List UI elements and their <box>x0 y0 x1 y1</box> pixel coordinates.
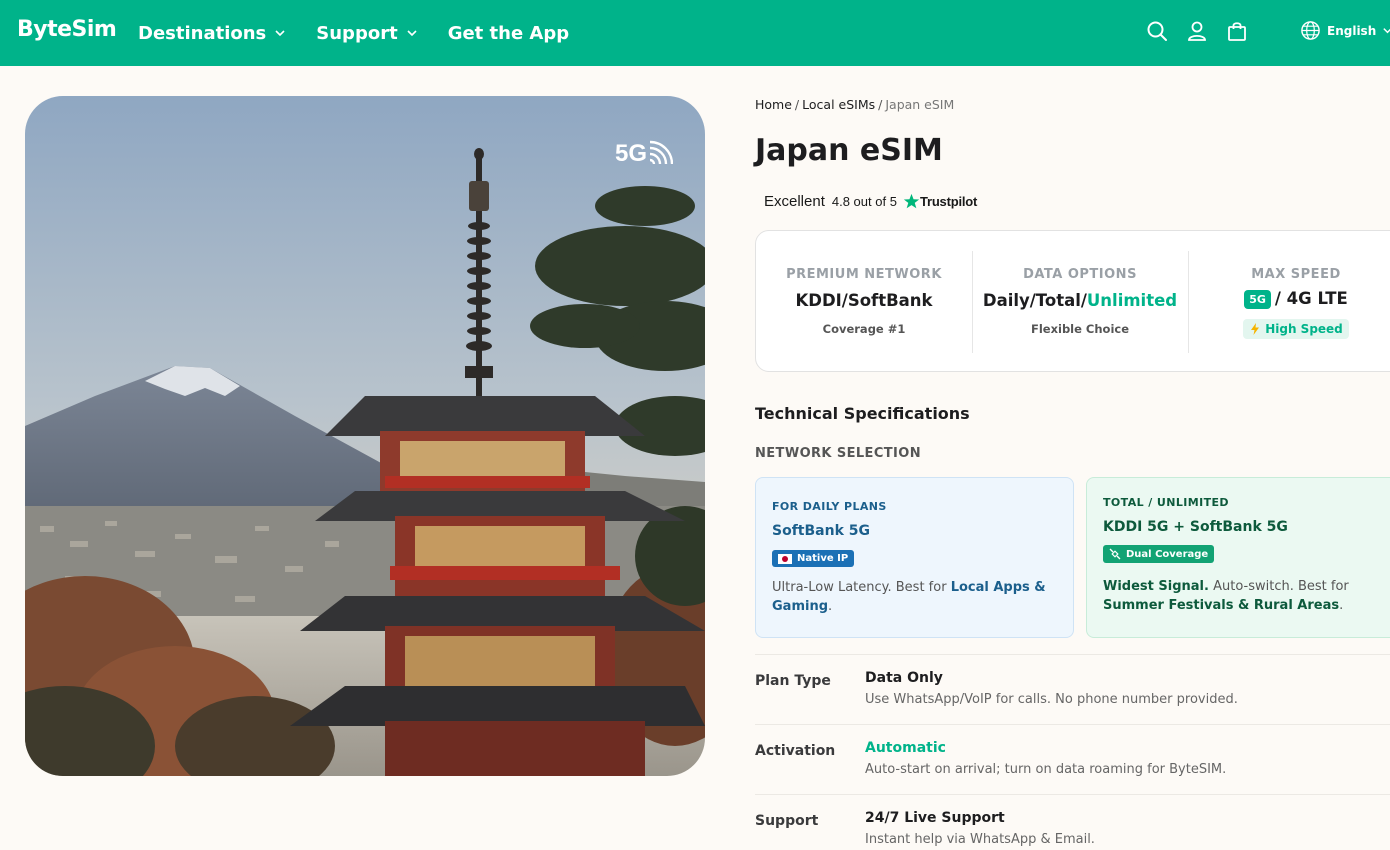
high-speed-label: High Speed <box>1265 322 1343 336</box>
breadcrumb-local-esims[interactable]: Local eSIMs <box>802 97 875 112</box>
card-kicker: TOTAL / UNLIMITED <box>1103 496 1229 509</box>
trustpilot-brand: Trustpilot <box>919 194 978 209</box>
stat-value: 5G/ 4G LTE <box>1188 289 1390 309</box>
5g-badge-text: 5G <box>615 140 648 167</box>
nav-support[interactable]: Support <box>316 23 417 44</box>
header-icons <box>1144 18 1250 44</box>
stat-data-options: DATA OPTIONS Daily/Total/Unlimited Flexi… <box>972 231 1188 373</box>
card-desc-bold: Summer Festivals & Rural Areas <box>1103 598 1340 613</box>
nav-support-label: Support <box>316 22 398 44</box>
card-desc-text: Auto-switch. Best for <box>1208 579 1349 594</box>
breadcrumb-home[interactable]: Home <box>755 97 792 112</box>
trustpilot-score: 4.8 out of 5 <box>831 194 897 209</box>
chevron-down-icon <box>407 30 417 37</box>
spec-value-plan-type: Data Only <box>865 670 943 686</box>
lightning-icon <box>1251 323 1260 335</box>
stat-value-highlight: Unlimited <box>1086 291 1178 310</box>
japan-flag-icon <box>778 553 792 564</box>
language-selector[interactable]: English <box>1300 20 1390 41</box>
cart-icon[interactable] <box>1224 18 1250 44</box>
card-kicker: FOR DAILY PLANS <box>772 500 887 513</box>
stat-sub: Flexible Choice <box>1030 322 1130 336</box>
nav-destinations[interactable]: Destinations <box>138 23 286 44</box>
tech-specs-heading: Technical Specifications <box>755 404 970 423</box>
dual-coverage-badge: Dual Coverage <box>1103 545 1215 563</box>
stat-label: PREMIUM NETWORK <box>786 267 942 282</box>
5g-badge: 5G <box>615 140 674 167</box>
stat-premium-network: PREMIUM NETWORK KDDI/SoftBank Coverage #… <box>756 231 972 373</box>
native-ip-badge: Native IP <box>772 550 855 567</box>
satellite-icon <box>1109 548 1121 560</box>
language-label: English <box>1327 23 1377 38</box>
stat-value: Daily/Total/Unlimited <box>972 291 1188 310</box>
5g-tag: 5G <box>1244 290 1271 309</box>
page-title: Japan eSIM <box>755 133 943 168</box>
logo[interactable]: ByteSim <box>17 17 117 42</box>
card-description: Widest Signal. Auto-switch. Best for Sum… <box>1103 577 1383 615</box>
site-header: ByteSim Destinations Support Get the App… <box>0 0 1390 66</box>
card-desc-bold: Widest Signal. <box>1103 579 1209 594</box>
stat-sub: Coverage #1 <box>822 322 906 336</box>
card-desc-suffix: . <box>1339 598 1344 613</box>
spec-value-activation: Automatic <box>865 740 946 756</box>
stat-value-prefix: Daily/Total/ <box>982 291 1087 310</box>
search-icon[interactable] <box>1144 18 1170 44</box>
stat-max-speed: MAX SPEED 5G/ 4G LTE High Speed <box>1188 231 1390 373</box>
stat-value-rest: / 4G LTE <box>1274 289 1348 308</box>
globe-icon <box>1301 21 1320 40</box>
stat-label: MAX SPEED <box>1251 267 1341 282</box>
spec-key-support: Support <box>755 813 819 829</box>
nav-get-the-app[interactable]: Get the App <box>448 23 569 44</box>
highlights-card: PREMIUM NETWORK KDDI/SoftBank Coverage #… <box>755 230 1390 372</box>
card-desc-suffix: . <box>828 599 833 614</box>
japan-pagoda-scene <box>25 96 705 776</box>
breadcrumb-separator: / <box>794 97 800 112</box>
spec-sub-support: Instant help via WhatsApp & Email. <box>865 832 1095 847</box>
network-selection-heading: NETWORK SELECTION <box>755 446 922 461</box>
trustpilot-rating-word: Excellent <box>764 193 825 210</box>
chevron-down-icon <box>1383 28 1390 34</box>
account-icon[interactable] <box>1184 18 1210 44</box>
stat-label: DATA OPTIONS <box>1023 267 1137 282</box>
spec-value-support: 24/7 Live Support <box>865 810 1005 826</box>
card-desc-text: Ultra-Low Latency. Best for <box>772 580 951 595</box>
product-hero-image: 5G <box>25 96 705 776</box>
trustpilot-widget[interactable]: Excellent 4.8 out of 5 Trustpilot <box>764 193 977 210</box>
dual-coverage-label: Dual Coverage <box>1126 548 1209 560</box>
chevron-down-icon <box>275 30 285 37</box>
spec-key-activation: Activation <box>755 743 836 759</box>
card-network-name: KDDI 5G + SoftBank 5G <box>1103 519 1288 535</box>
nav-destinations-label: Destinations <box>138 22 267 44</box>
nav-get-the-app-label: Get the App <box>447 22 570 44</box>
main-nav: Destinations Support Get the App <box>138 0 569 66</box>
network-card-total-unlimited[interactable]: TOTAL / UNLIMITED KDDI 5G + SoftBank 5G … <box>1086 477 1390 638</box>
card-description: Ultra-Low Latency. Best for Local Apps &… <box>772 578 1052 616</box>
divider <box>755 724 1390 725</box>
spec-key-plan-type: Plan Type <box>755 673 831 689</box>
stat-value: KDDI/SoftBank <box>795 291 933 310</box>
breadcrumb: Home / Local eSIMs / Japan eSIM <box>755 97 954 112</box>
network-card-daily[interactable]: FOR DAILY PLANS SoftBank 5G Native IP Ul… <box>755 477 1074 638</box>
breadcrumb-current: Japan eSIM <box>885 97 955 112</box>
card-network-name: SoftBank 5G <box>772 523 870 539</box>
divider <box>755 654 1390 655</box>
divider <box>755 794 1390 795</box>
star-icon <box>903 193 920 209</box>
spec-sub-plan-type: Use WhatsApp/VoIP for calls. No phone nu… <box>865 692 1238 707</box>
signal-icon <box>649 140 674 165</box>
breadcrumb-separator: / <box>878 97 883 112</box>
stat-sub: High Speed <box>1188 319 1390 339</box>
native-ip-label: Native IP <box>797 553 849 564</box>
high-speed-badge: High Speed <box>1243 319 1349 339</box>
spec-sub-activation: Auto-start on arrival; turn on data roam… <box>865 762 1227 777</box>
